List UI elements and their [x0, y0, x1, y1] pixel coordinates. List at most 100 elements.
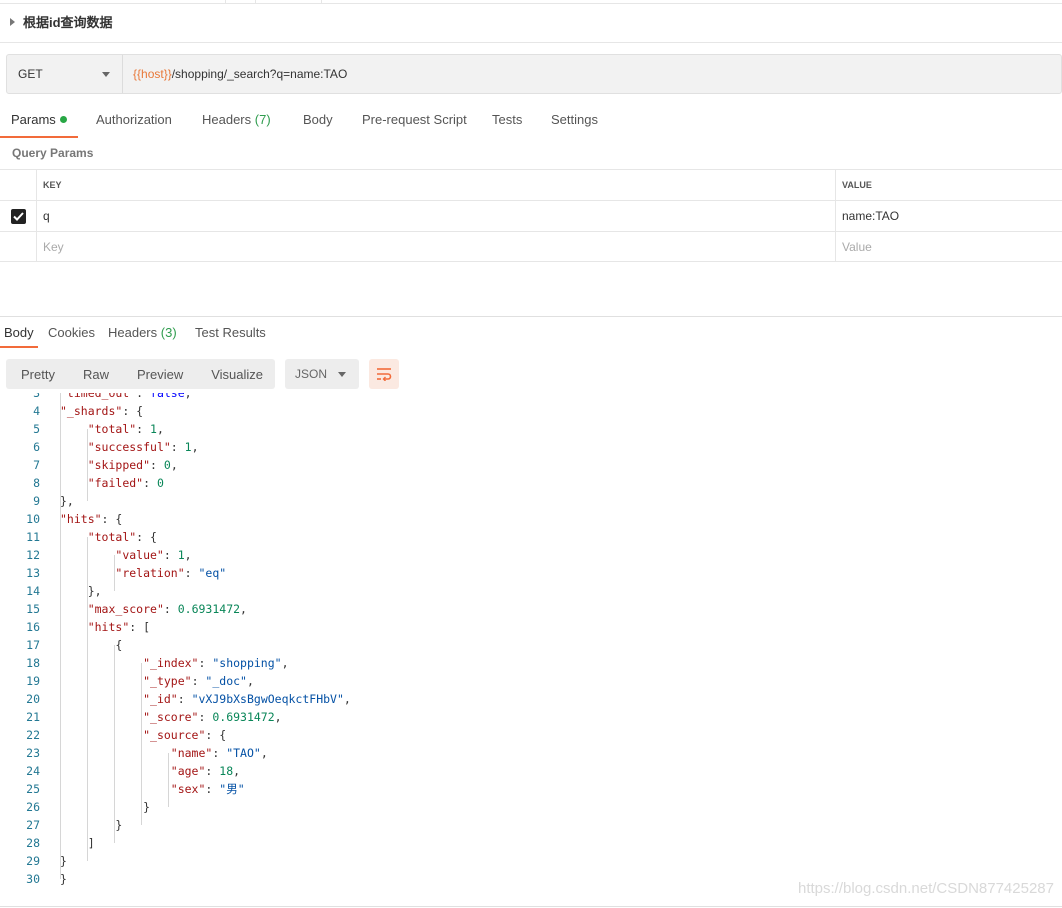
url-variable: {{host}} [133, 67, 172, 81]
response-tabs: Body Cookies Headers (3) Test Results [0, 322, 1062, 350]
format-label: JSON [295, 367, 328, 381]
tab-label: Body [4, 325, 34, 340]
tab-params[interactable]: Params [0, 108, 78, 138]
view-preview-button[interactable]: Preview [123, 367, 197, 382]
tab-pre-request-script[interactable]: Pre-request Script [362, 108, 467, 138]
tab-label: Tests [492, 112, 523, 127]
new-value-input[interactable]: Value [836, 232, 1062, 262]
line-number: 18 [26, 656, 40, 670]
tab-authorization[interactable]: Authorization [96, 108, 172, 138]
status-dot-icon [59, 116, 67, 123]
code-line: 5 "total": 1, [0, 420, 1062, 438]
code-text: } [60, 800, 151, 814]
line-number: 5 [33, 422, 40, 436]
tab-response-headers[interactable]: Headers (3) [108, 322, 177, 348]
line-number: 7 [33, 458, 40, 472]
code-line: 19 "_type": "_doc", [0, 672, 1062, 690]
code-text: "name": "TAO", [170, 746, 268, 760]
wrap-lines-button[interactable] [369, 359, 399, 389]
line-number: 26 [26, 800, 40, 814]
code-text: "hits": [ [87, 620, 151, 634]
tab-settings[interactable]: Settings [551, 108, 598, 138]
tab-test-results[interactable]: Test Results [195, 322, 266, 348]
code-line: 3 "timed_out": false, [0, 393, 1062, 402]
tab-label: Settings [551, 112, 598, 127]
tab-tests[interactable]: Tests [492, 108, 522, 138]
line-number: 11 [26, 530, 40, 544]
line-number: 22 [26, 728, 40, 742]
code-line: 8 "failed": 0 [0, 474, 1062, 492]
chevron-down-icon [102, 71, 110, 77]
method-label: GET [18, 67, 43, 81]
line-number: 29 [26, 854, 40, 868]
code-text: } [60, 854, 67, 868]
code-line: 25 "sex": "男" [0, 780, 1062, 798]
tab-response-body[interactable]: Body [0, 322, 38, 348]
tab-fragment [0, 0, 226, 4]
url-path: /shopping/_search?q=name:TAO [171, 67, 348, 81]
line-number: 30 [26, 872, 40, 886]
line-number: 27 [26, 818, 40, 832]
line-number: 12 [26, 548, 40, 562]
code-text: ] [60, 836, 95, 850]
request-title[interactable]: 根据id查询数据 [10, 12, 113, 31]
line-number: 20 [26, 692, 40, 706]
param-checkbox[interactable] [10, 208, 26, 224]
tab-fragment [226, 0, 256, 4]
divider [0, 316, 1062, 317]
code-text: "_score": 0.6931472, [143, 710, 282, 724]
method-select[interactable]: GET [7, 55, 123, 93]
code-line: 17 { [0, 636, 1062, 654]
tab-body[interactable]: Body [303, 108, 333, 138]
code-line: 10 "hits": { [0, 510, 1062, 528]
code-line: 29} [0, 852, 1062, 870]
tab-label: Headers [108, 325, 158, 340]
code-text: "_type": "_doc", [143, 674, 254, 688]
code-line: 4 "_shards": { [0, 402, 1062, 420]
new-key-input[interactable]: Key [37, 232, 836, 262]
line-number: 6 [33, 440, 40, 454]
tab-label: Authorization [96, 112, 172, 127]
code-line: 9}, [0, 492, 1062, 510]
line-number: 17 [26, 638, 40, 652]
divider [0, 42, 1062, 43]
url-bar: GET {{host}}/shopping/_search?q=name:TAO [6, 54, 1062, 94]
tab-label: Test Results [195, 325, 266, 340]
chevron-down-icon [338, 371, 346, 377]
response-code-view[interactable]: 3 "timed_out": false, 4 "_shards": {5 "tota… [0, 393, 1062, 898]
row-check-cell [0, 201, 37, 231]
param-value-input[interactable]: name:TAO [836, 201, 1062, 231]
code-line: 22 "_source": { [0, 726, 1062, 744]
wrap-lines-icon [377, 368, 392, 381]
code-line: 15 "max_score": 0.6931472, [0, 600, 1062, 618]
tab-label: Cookies [48, 325, 95, 340]
line-number: 10 [26, 512, 40, 526]
header-check-cell [0, 170, 37, 200]
code-text: "_index": "shopping", [143, 656, 289, 670]
row-check-cell [0, 232, 37, 262]
line-number: 8 [33, 476, 40, 490]
code-line: 18 "_index": "shopping", [0, 654, 1062, 672]
view-pretty-button[interactable]: Pretty [6, 367, 69, 382]
code-text: "_id": "vXJ9bXsBgwOeqkctFHbV", [143, 692, 351, 706]
format-select[interactable]: JSON [285, 359, 359, 389]
url-input[interactable]: {{host}}/shopping/_search?q=name:TAO [123, 55, 347, 93]
code-line: 21 "_score": 0.6931472, [0, 708, 1062, 726]
line-number: 21 [26, 710, 40, 724]
code-text: }, [60, 584, 102, 598]
code-text: "timed_out": false, [60, 393, 192, 400]
tab-headers[interactable]: Headers (7) [202, 108, 271, 138]
code-line: 20 "_id": "vXJ9bXsBgwOeqkctFHbV", [0, 690, 1062, 708]
line-number: 14 [26, 584, 40, 598]
code-line: 16 "hits": [ [0, 618, 1062, 636]
query-params-label: Query Params [12, 146, 94, 160]
params-table: KEY VALUE q name:TAO Key Value [0, 169, 1062, 262]
view-mode-bar: Pretty Raw Preview Visualize [6, 359, 275, 389]
param-key-input[interactable]: q [37, 201, 836, 231]
tab-cookies[interactable]: Cookies [48, 322, 95, 348]
code-line: 28 ] [0, 834, 1062, 852]
view-raw-button[interactable]: Raw [69, 367, 123, 382]
view-visualize-button[interactable]: Visualize [197, 367, 277, 382]
code-text: "successful": 1, [87, 440, 199, 454]
table-header-row: KEY VALUE [0, 169, 1062, 200]
